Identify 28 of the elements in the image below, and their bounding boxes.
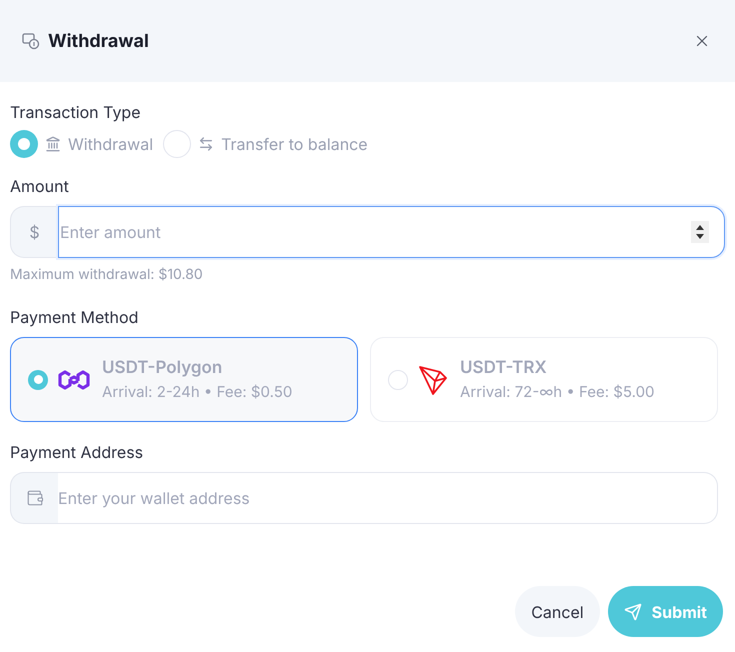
method-details: Arrival: 72-∞h • Fee: $5.00	[460, 380, 655, 402]
hint-text: Maximum withdrawal: $10.80	[10, 265, 204, 285]
money-icon	[22, 32, 40, 50]
radio-button[interactable]	[388, 370, 408, 390]
dialog-title: Withdrawal	[48, 30, 149, 54]
radio-button[interactable]	[163, 130, 192, 158]
method-name: USDT-Polygon	[102, 356, 224, 378]
payment-method-card[interactable]: USDT-TRX Arrival: 72-∞h • Fee: $5.00	[370, 337, 718, 422]
submit-button[interactable]: Submit	[608, 586, 723, 637]
transfer-icon	[198, 136, 214, 152]
radio-button[interactable]	[10, 130, 38, 158]
radio-button[interactable]	[28, 370, 48, 390]
bank-icon	[45, 136, 61, 152]
section-label: Amount	[10, 176, 70, 196]
payment-method-card[interactable]: USDT-Polygon Arrival: 2-24h • Fee: $0.50	[10, 337, 358, 422]
section-label: Payment Method	[10, 307, 140, 327]
radio-label: Withdrawal	[68, 133, 154, 156]
radio-label: Transfer to balance	[221, 133, 368, 156]
cancel-button[interactable]: Cancel	[515, 586, 600, 637]
send-icon	[624, 602, 642, 620]
currency-prefix: $	[10, 206, 58, 258]
tron-logo-icon	[418, 364, 448, 396]
method-name: USDT-TRX	[460, 356, 548, 378]
method-details: Arrival: 2-24h • Fee: $0.50	[102, 380, 292, 402]
number-stepper[interactable]	[691, 221, 709, 243]
section-label: Transaction Type	[10, 102, 142, 122]
section-label: Payment Address	[10, 442, 144, 462]
amount-field[interactable]: Enter amount	[58, 206, 725, 258]
